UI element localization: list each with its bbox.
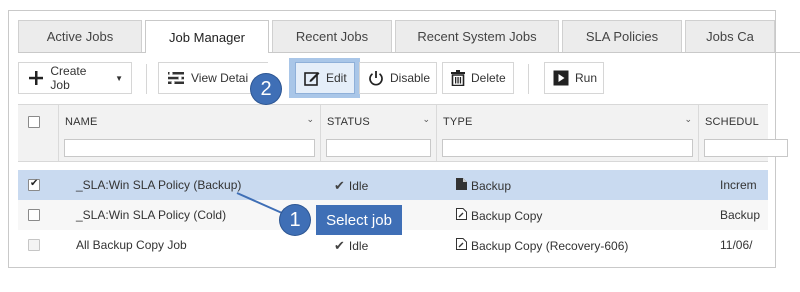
callout-leader-line: [236, 192, 283, 214]
callout-step-one: 1: [280, 205, 310, 235]
callout-text: Select job: [326, 211, 392, 229]
callout-number: 1: [289, 208, 301, 231]
callout-number: 2: [260, 77, 272, 100]
callout-step-two: 2: [251, 74, 281, 104]
tab-label: Job Manager: [169, 29, 245, 45]
callout-select-job-label: Select job: [316, 205, 402, 235]
tab-job-manager[interactable]: Job Manager: [145, 20, 269, 53]
